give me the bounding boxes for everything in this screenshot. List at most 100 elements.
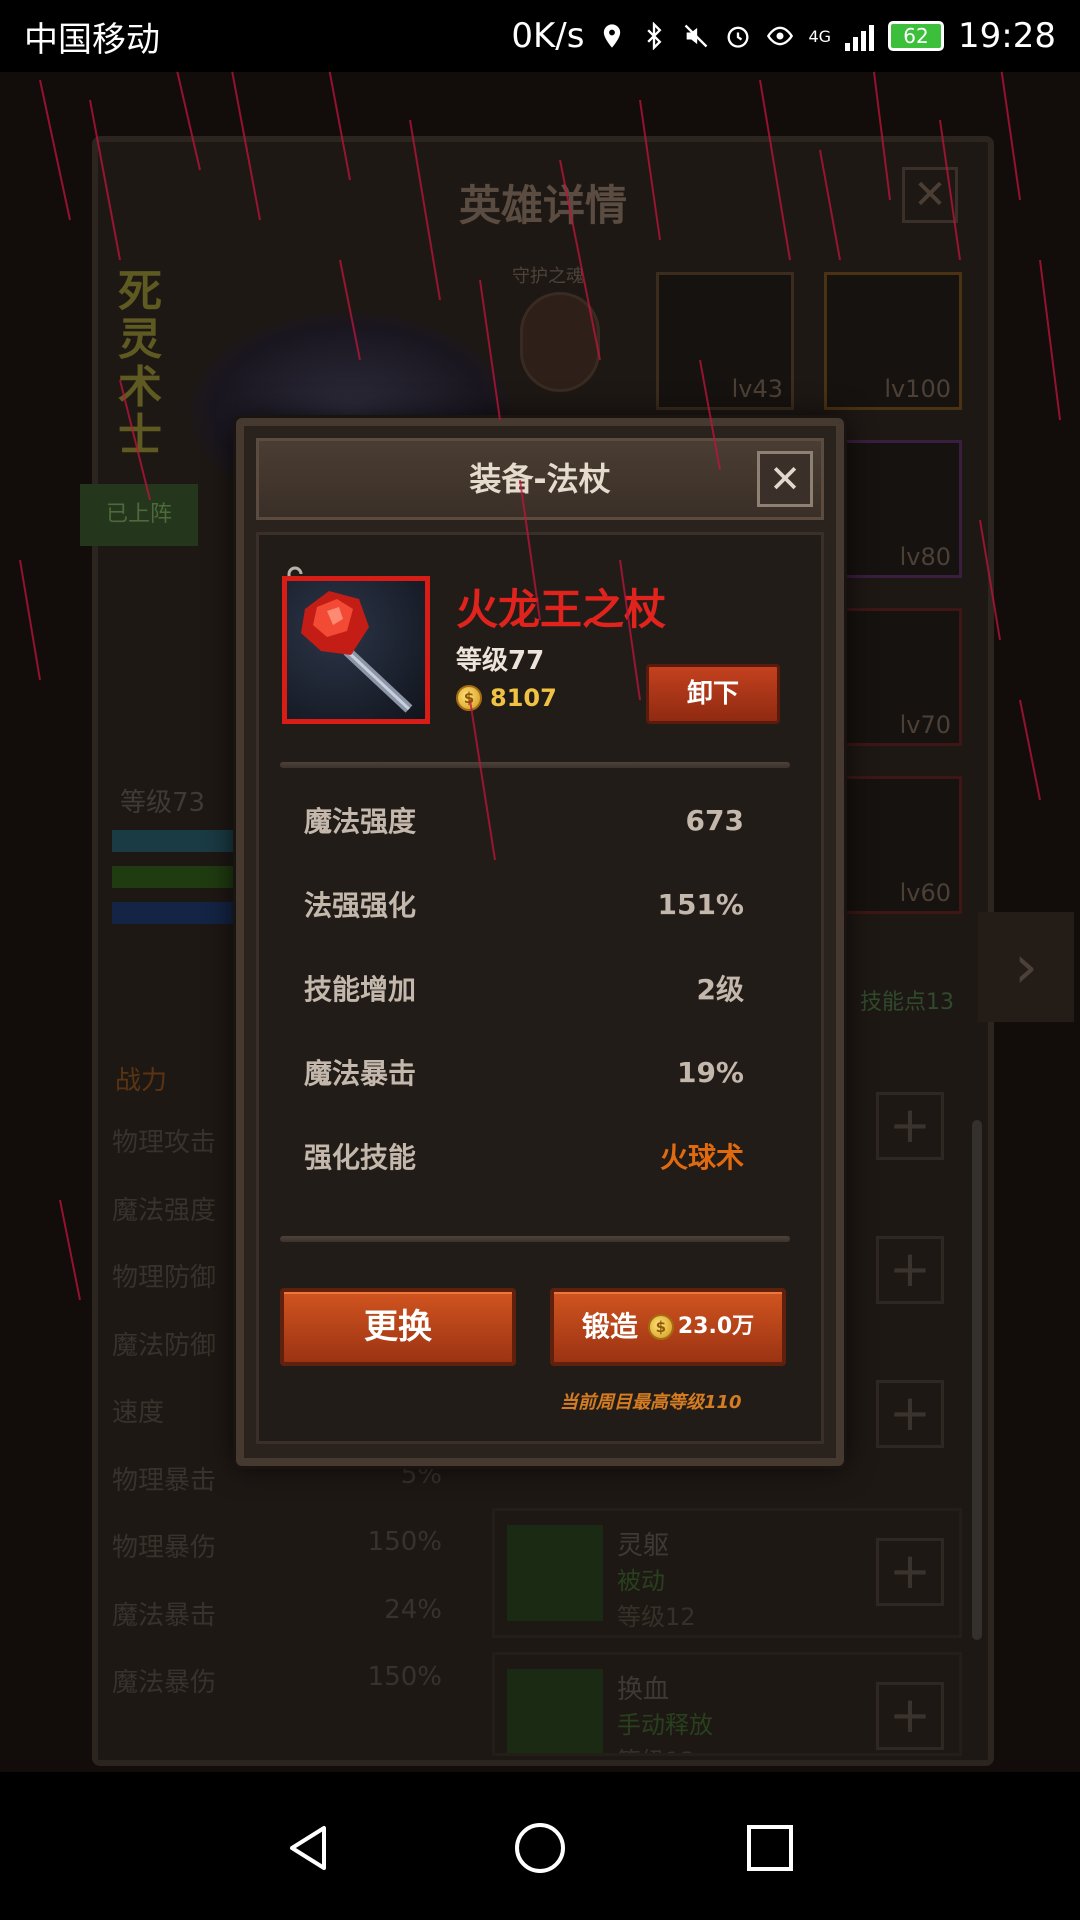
stat-label: 魔法暴伤 (112, 1668, 217, 1698)
alarm-icon (727, 26, 749, 48)
carrier-label: 中国移动 (24, 19, 160, 60)
stat-label: 物理防御 (112, 1263, 217, 1293)
item-name: 火龙王之杖 (456, 585, 667, 634)
back-button[interactable] (280, 1818, 340, 1878)
item-stat-value: 2级 (696, 973, 744, 1006)
home-button[interactable] (510, 1818, 570, 1878)
next-hero-arrow[interactable]: › (978, 912, 1074, 1022)
mute-icon (685, 24, 708, 48)
hero-panel-title: 英雄详情 (458, 181, 627, 230)
skill-points: 技能点13 (860, 990, 954, 1015)
equipment-level: lv80 (899, 543, 951, 571)
item-price-value: 8107 (490, 684, 557, 712)
item-stat-row: 强化技能 火球术 (304, 1114, 744, 1198)
divider (280, 762, 790, 768)
bluetooth-icon (647, 22, 662, 50)
item-stat-label: 法强强化 (304, 889, 417, 922)
skill-level: 等级12 (617, 1741, 696, 1753)
divider (280, 1236, 790, 1242)
hero-stat-row: 魔法暴伤 150% (112, 1662, 442, 1730)
equipment-level: lv70 (899, 711, 951, 739)
skill-name: 灵躯 (617, 1531, 670, 1561)
stat-label: 物理攻击 (112, 1128, 217, 1158)
skill-icon (507, 1669, 603, 1753)
hero-stat-row: 魔法暴击 24% (112, 1595, 442, 1663)
skill-type: 被动 (617, 1567, 665, 1595)
hero-stat-bars (112, 830, 242, 938)
stat-value: 5% (400, 1459, 442, 1490)
skill-upgrade-button[interactable]: + (876, 1236, 944, 1304)
stat-label: 速度 (112, 1398, 165, 1428)
network-type: 4G (808, 26, 832, 46)
coin-icon: $ (647, 1314, 674, 1340)
dialog-header: 装备-法杖 ✕ (256, 438, 824, 520)
skill-upgrade-button[interactable]: + (876, 1538, 944, 1606)
skill-upgrade-button[interactable]: + (876, 1682, 944, 1750)
location-icon (604, 24, 621, 48)
max-level-note: 当前周目最高等级110 (560, 1392, 742, 1413)
equipment-slot-necklace[interactable]: lv100 (824, 272, 962, 410)
recents-icon (747, 1825, 793, 1871)
item-price: $ 8107 (456, 684, 557, 712)
skill-name: 换血 (617, 1675, 670, 1705)
hero-level: 等级73 (120, 788, 206, 818)
close-icon: ✕ (769, 457, 801, 501)
replace-button[interactable]: 更换 (280, 1288, 516, 1366)
item-stat-label: 强化技能 (304, 1141, 417, 1174)
stat-label: 物理暴伤 (112, 1533, 217, 1563)
item-stat-row: 魔法暴击 19% (304, 1030, 744, 1114)
hero-stat-row: 物理暴伤 150% (112, 1527, 442, 1595)
unequip-button[interactable]: 卸下 (646, 664, 780, 724)
equipment-slot-helmet[interactable]: lv43 (656, 272, 794, 410)
stat-label: 魔法防御 (112, 1330, 217, 1361)
equipment-level: lv100 (884, 375, 951, 403)
hero-stat-row: 物理暴击 5% (112, 1460, 442, 1528)
item-stat-value: 673 (685, 803, 744, 837)
stat-label: 魔法强度 (112, 1195, 217, 1226)
stat-value: 150% (367, 1662, 442, 1692)
equipment-slot-shield[interactable]: lv60 (824, 776, 962, 914)
item-stat-row: 法强强化 151% (304, 862, 744, 946)
eye-icon (767, 26, 794, 46)
stat-label: 魔法暴击 (112, 1600, 217, 1631)
coin-icon: $ (456, 685, 482, 711)
item-stat-row: 技能增加 2级 (304, 946, 744, 1030)
stat-label: 物理暴击 (112, 1465, 217, 1496)
signal-icon (845, 21, 875, 51)
skill-icon (507, 1525, 603, 1621)
combat-power-label: 战力 (115, 1066, 168, 1096)
item-stat-label: 魔法强度 (304, 805, 417, 838)
staff-icon (301, 591, 413, 713)
equipment-slot-armor[interactable]: lv80 (824, 440, 962, 578)
item-stat-row: 魔法强度 673 (304, 778, 744, 862)
enhanced-skill-value: 火球术 (659, 1141, 744, 1174)
status-icons: 0K/s 4G 62 19:28 (511, 16, 1056, 56)
stat-value: 150% (367, 1527, 442, 1557)
skill-upgrade-button[interactable]: + (876, 1380, 944, 1448)
stat-value: 24% (384, 1594, 442, 1625)
skill-type: 手动释放 (617, 1711, 713, 1739)
guardian-label: 守护之魂 (512, 266, 584, 287)
home-icon (515, 1823, 565, 1873)
item-stat-value: 151% (657, 887, 744, 921)
item-stat-label: 魔法暴击 (304, 1057, 417, 1090)
skill-list-scrollbar[interactable] (972, 1120, 982, 1640)
guardian-soul-icon[interactable] (520, 292, 600, 392)
close-button[interactable]: ✕ (757, 451, 813, 507)
equipment-level: lv60 (899, 879, 951, 907)
battery-icon: 62 (888, 21, 945, 51)
status-bar: 中国移动 0K/s 4G 62 19:28 (0, 0, 1080, 72)
hero-panel-close-button[interactable]: ✕ (902, 167, 958, 223)
item-stat-list: 魔法强度 673 法强强化 151% 技能增加 2级 魔法暴击 19% 强化技能… (304, 778, 744, 1198)
item-stat-label: 技能增加 (304, 973, 417, 1006)
forge-button[interactable]: 锻造 $ 23.0万 (550, 1288, 786, 1366)
net-speed: 0K/s (511, 16, 585, 56)
skill-level: 等级12 (617, 1603, 696, 1631)
back-icon (290, 1826, 326, 1870)
forge-cost-value: 23.0万 (677, 1314, 755, 1339)
equipment-slot-ring[interactable]: lv70 (824, 608, 962, 746)
skill-upgrade-button[interactable]: + (876, 1092, 944, 1160)
recents-button[interactable] (740, 1818, 800, 1878)
forge-cost: $ 23.0万 (647, 1292, 755, 1362)
forge-label: 锻造 (581, 1310, 638, 1343)
